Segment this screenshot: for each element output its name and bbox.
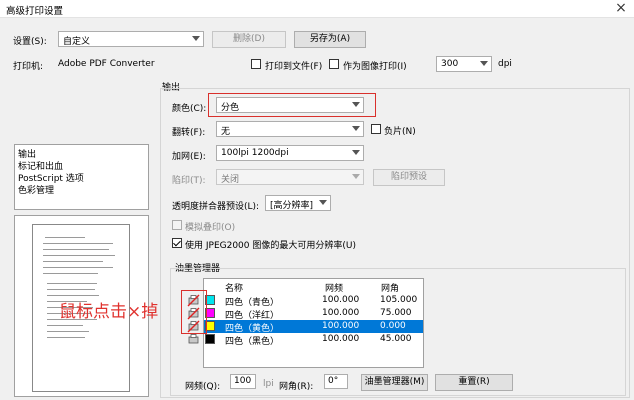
settings-value: 自定义 xyxy=(63,37,91,47)
screen-select[interactable]: 100lpi 1200dpi xyxy=(216,145,364,161)
angle-input[interactable]: 0° xyxy=(324,374,348,389)
flip-select[interactable]: 无 xyxy=(216,121,364,137)
category-list[interactable]: 输出 标记和出血 PostScript 选项 色彩管理 xyxy=(14,144,149,210)
window-title: 高级打印设置 xyxy=(6,6,64,17)
column-name: 名称 xyxy=(225,284,244,294)
flip-label: 翻转(F): xyxy=(172,128,206,138)
print-icons-highlight-box xyxy=(181,290,207,334)
column-angle: 网角 xyxy=(381,284,400,294)
dpi-select[interactable]: 300 xyxy=(436,56,492,72)
ink-angle: 0.000 xyxy=(380,321,406,331)
print-icon[interactable] xyxy=(187,333,200,346)
trapping-value: 关闭 xyxy=(221,175,240,185)
ink-frequency: 100.000 xyxy=(322,321,360,331)
reset-button[interactable]: 重置(R) xyxy=(435,374,513,391)
flattener-label: 透明度拼合器预设(L): xyxy=(172,202,260,212)
angle-label: 网角(R): xyxy=(279,382,314,392)
color-label: 颜色(C): xyxy=(172,104,207,114)
annotation-text: 鼠标点击×掉 xyxy=(59,302,159,322)
simulate-overprint-label: 模拟叠印(O) xyxy=(185,223,236,233)
color-value: 分色 xyxy=(221,103,240,113)
settings-select[interactable]: 自定义 xyxy=(58,31,204,47)
list-item-color-management[interactable]: 色彩管理 xyxy=(18,183,54,196)
chevron-down-icon xyxy=(352,174,360,179)
chevron-down-icon xyxy=(352,150,360,155)
flattener-select[interactable]: [高分辨率] xyxy=(265,195,331,211)
chevron-down-icon xyxy=(192,36,200,41)
dpi-unit: dpi xyxy=(498,59,512,69)
dpi-value: 300 xyxy=(441,59,459,69)
jpeg2000-label: 使用 JPEG2000 图像的最大可用分辨率(U) xyxy=(185,241,356,251)
print-to-file-label: 打印到文件(F) xyxy=(265,62,323,72)
simulate-overprint-checkbox[interactable] xyxy=(172,220,182,230)
frequency-label: 网频(Q): xyxy=(185,382,221,392)
print-as-image-label: 作为图像打印(I) xyxy=(343,62,407,72)
close-icon[interactable]: × xyxy=(612,1,630,16)
print-to-file-checkbox[interactable] xyxy=(251,59,261,69)
ink-frequency: 100.000 xyxy=(322,334,360,344)
ink-row[interactable]: 四色（洋红） 100.000 75.000 xyxy=(204,307,423,321)
negative-label: 负片(N) xyxy=(384,127,416,137)
ink-manager-button[interactable]: 油墨管理器(M) xyxy=(361,374,428,391)
flip-value: 无 xyxy=(221,127,231,137)
chevron-down-icon xyxy=(352,126,360,131)
screen-label: 加网(E): xyxy=(172,152,206,162)
ink-frequency: 100.000 xyxy=(322,295,360,305)
chevron-down-icon xyxy=(352,102,360,107)
trapping-preset-button[interactable]: 陷印预设 xyxy=(373,169,445,186)
delete-button[interactable]: 删除(D) xyxy=(212,31,286,48)
settings-label: 设置(S): xyxy=(13,37,47,47)
printer-label: 打印机: xyxy=(13,62,44,72)
flattener-value: [高分辨率] xyxy=(270,201,314,211)
ink-name: 四色（黑色） xyxy=(225,337,280,347)
ink-swatch xyxy=(205,334,215,344)
ink-frequency: 100.000 xyxy=(322,308,360,318)
frequency-unit: lpi xyxy=(263,379,274,389)
trapping-label: 陷印(T): xyxy=(172,176,206,186)
ink-table[interactable]: 名称 网频 网角 四色（青色） 100.000 105.000 四色（洋红） 100.0… xyxy=(203,278,424,368)
ink-angle: 45.000 xyxy=(380,334,412,344)
ink-angle: 75.000 xyxy=(380,308,412,318)
screen-value: 100lpi 1200dpi xyxy=(221,148,289,158)
negative-checkbox[interactable] xyxy=(371,124,381,134)
chevron-down-icon xyxy=(319,200,327,205)
save-as-button[interactable]: 另存为(A) xyxy=(294,31,366,48)
ink-row[interactable]: 四色（黑色） 100.000 45.000 xyxy=(204,333,423,347)
ink-angle: 105.000 xyxy=(380,295,418,305)
frequency-input[interactable]: 100 xyxy=(230,374,256,389)
printer-name: Adobe PDF Converter xyxy=(58,59,155,69)
ink-row[interactable]: 四色（青色） 100.000 105.000 xyxy=(204,294,423,308)
title-bar xyxy=(0,0,634,18)
column-frequency: 网频 xyxy=(325,284,344,294)
color-select[interactable]: 分色 xyxy=(216,97,364,113)
print-as-image-checkbox[interactable] xyxy=(329,59,339,69)
ink-row[interactable]: 四色（黄色） 100.000 0.000 xyxy=(204,320,423,334)
chevron-down-icon xyxy=(480,61,488,66)
jpeg2000-checkbox[interactable] xyxy=(172,238,182,248)
trapping-select[interactable]: 关闭 xyxy=(216,169,364,185)
